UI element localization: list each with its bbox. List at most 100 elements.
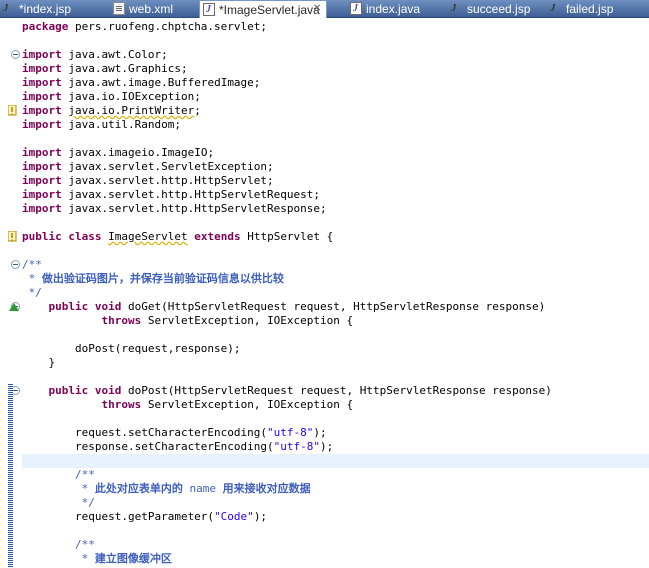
code-token: java.io.PrintWriter xyxy=(68,104,195,117)
keyword-token: import xyxy=(22,48,62,61)
code-line[interactable]: } xyxy=(22,356,649,370)
warning-icon[interactable] xyxy=(8,105,18,116)
tab-index-java[interactable]: Jindex.java xyxy=(347,0,447,17)
code-token: ; xyxy=(194,104,201,117)
java-file-icon: J xyxy=(350,2,362,15)
code-token: response.setCharacterEncoding( xyxy=(22,440,274,453)
warning-icon[interactable] xyxy=(8,231,18,242)
keyword-token: public class xyxy=(22,230,102,243)
close-tab-icon[interactable]: ✕ xyxy=(313,4,322,14)
keyword-token: import xyxy=(22,146,62,159)
code-line[interactable]: import javax.servlet.http.HttpServletRes… xyxy=(22,202,649,216)
tab-label: index.java xyxy=(366,1,421,16)
fold-toggle-icon[interactable] xyxy=(11,50,20,59)
comment-token: 用来接收对应数据 xyxy=(222,482,311,495)
code-line[interactable] xyxy=(22,244,649,258)
code-line[interactable]: * 建立图像缓冲区 xyxy=(22,552,649,566)
editor-tab-bar: J *index.jsp web.xml J *ImageServlet.java ✕ Ji… xyxy=(0,0,649,18)
tab-label: succeed.jsp xyxy=(467,1,531,16)
comment-token: * xyxy=(22,272,42,285)
comment-token: name xyxy=(182,482,223,495)
tab-web-xml[interactable]: web.xml xyxy=(110,0,198,17)
comment-token: /** xyxy=(22,258,42,271)
code-line[interactable]: */ xyxy=(22,286,649,300)
code-line[interactable]: import java.io.PrintWriter; xyxy=(22,104,649,118)
code-token: ServletException, IOException { xyxy=(141,314,354,327)
code-token: javax.imageio.ImageIO; xyxy=(61,146,215,159)
code-line[interactable]: request.setCharacterEncoding("utf-8"); xyxy=(22,426,649,440)
fold-toggle-icon[interactable] xyxy=(11,260,20,269)
code-line[interactable]: import java.awt.image.BufferedImage; xyxy=(22,76,649,90)
code-line[interactable] xyxy=(22,132,649,146)
code-token: javax.servlet.http.HttpServlet; xyxy=(61,174,274,187)
code-line[interactable]: response.setCharacterEncoding("utf-8"); xyxy=(22,440,649,454)
code-token: javax.servlet.http.HttpServletResponse; xyxy=(61,202,327,215)
code-line[interactable]: * 此处对应表单内的 name 用来接收对应数据 xyxy=(22,482,649,496)
code-token: ImageServlet xyxy=(108,230,188,243)
code-token: ); xyxy=(253,510,268,523)
tab-succeed-jsp[interactable]: Jsucceed.jsp xyxy=(448,0,546,17)
code-editor[interactable]: package pers.ruofeng.chptcha.servlet; imp… xyxy=(22,18,649,568)
code-token: ); xyxy=(320,440,334,453)
keyword-token: import xyxy=(22,188,62,201)
code-line[interactable]: /** xyxy=(22,538,649,552)
code-line[interactable]: */ xyxy=(22,496,649,510)
code-line[interactable]: public class ImageServlet extends HttpSe… xyxy=(22,230,649,244)
java-file-icon: J xyxy=(203,3,215,16)
code-line[interactable]: public void doPost(HttpServletRequest re… xyxy=(22,384,649,398)
code-line[interactable]: * 做出验证码图片，并保存当前验证码信息以供比较 xyxy=(22,272,649,286)
code-line[interactable]: public void doGet(HttpServletRequest req… xyxy=(22,300,649,314)
code-line[interactable]: import java.awt.Graphics; xyxy=(22,62,649,76)
keyword-token: throws xyxy=(101,398,142,411)
code-line[interactable]: import javax.imageio.ImageIO; xyxy=(22,146,649,160)
code-line[interactable] xyxy=(22,34,649,48)
tab-failed-jsp[interactable]: Jfailed.jsp xyxy=(547,0,647,17)
keyword-token: import xyxy=(22,104,62,117)
comment-token: */ xyxy=(22,286,42,299)
keyword-token: import xyxy=(22,160,62,173)
comment-token: 此处对应表单内的 xyxy=(94,482,183,495)
code-line[interactable]: /** xyxy=(22,258,649,272)
code-line[interactable] xyxy=(22,412,649,426)
override-marker-icon[interactable] xyxy=(9,303,19,311)
code-line[interactable]: import java.io.IOException; xyxy=(22,90,649,104)
string-token: "utf-8" xyxy=(273,440,321,453)
tab-index-jsp[interactable]: J *index.jsp xyxy=(0,0,108,17)
code-line[interactable] xyxy=(22,216,649,230)
keyword-token: import xyxy=(22,62,62,75)
code-line[interactable] xyxy=(22,454,649,468)
code-line[interactable] xyxy=(22,328,649,342)
code-line[interactable] xyxy=(22,370,649,384)
code-line[interactable]: import java.util.Random; xyxy=(22,118,649,132)
comment-token: * xyxy=(22,482,95,495)
keyword-token: import xyxy=(22,174,62,187)
string-token: "Code" xyxy=(214,510,254,523)
tab-imageservlet-java[interactable]: J *ImageServlet.java ✕ xyxy=(199,0,327,18)
code-token: javax.servlet.http.HttpServletRequest; xyxy=(61,188,321,201)
tab-label: web.xml xyxy=(129,1,174,16)
code-line[interactable]: request.getParameter("Code"); xyxy=(22,510,649,524)
keyword-token: import xyxy=(22,76,62,89)
keyword-token: import xyxy=(22,90,62,103)
keyword-token: throws xyxy=(101,314,142,327)
code-line[interactable]: import javax.servlet.http.HttpServletReq… xyxy=(22,188,649,202)
code-line[interactable]: doPost(request,response); xyxy=(22,342,649,356)
code-line[interactable] xyxy=(22,524,649,538)
code-line[interactable]: package pers.ruofeng.chptcha.servlet; xyxy=(22,20,649,34)
code-token: ServletException, IOException { xyxy=(141,398,354,411)
comment-token: 做出验证码图片，并保存当前验证码信息以供比较 xyxy=(41,272,284,285)
code-line[interactable]: import javax.servlet.http.HttpServlet; xyxy=(22,174,649,188)
code-token: doPost(request,response); xyxy=(22,342,241,355)
code-line[interactable]: /** xyxy=(22,468,649,482)
code-line[interactable]: import javax.servlet.ServletException; xyxy=(22,160,649,174)
code-line[interactable]: import java.awt.Color; xyxy=(22,48,649,62)
code-token: java.io.IOException; xyxy=(61,90,201,103)
comment-token: * xyxy=(22,552,95,565)
code-line[interactable]: throws ServletException, IOException { xyxy=(22,398,649,412)
code-token: pers.ruofeng.chptcha.servlet; xyxy=(68,20,268,33)
keyword-token: package xyxy=(22,20,69,33)
tab-label: *index.jsp xyxy=(19,1,72,16)
code-line[interactable]: throws ServletException, IOException { xyxy=(22,314,649,328)
